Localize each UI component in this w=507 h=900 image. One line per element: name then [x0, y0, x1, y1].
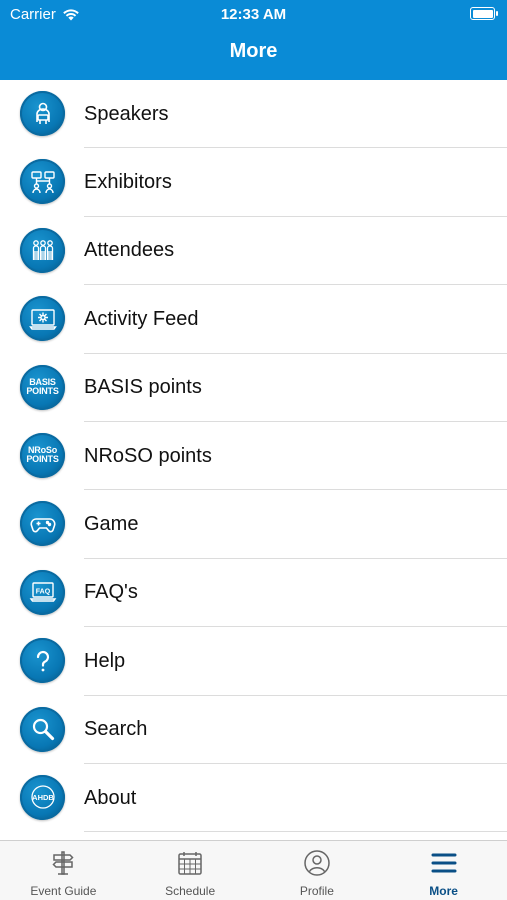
menu-item-exhibitors[interactable]: Exhibitors — [0, 148, 507, 218]
menu-item-label: About — [84, 786, 137, 809]
nroso-icon-text-2: POINTS — [26, 454, 59, 465]
profile-icon — [304, 850, 330, 876]
menu-item-label: BASIS points — [84, 376, 202, 399]
battery-icon — [470, 7, 498, 20]
menu-item-search[interactable]: Search — [0, 696, 507, 765]
menu-item-label: Help — [84, 649, 126, 672]
signpost-icon — [52, 851, 74, 875]
attendees-icon — [20, 227, 65, 273]
menu-item-nroso-points[interactable]: NRoSo POINTS NRoSO points — [0, 422, 507, 491]
menu-item-speakers[interactable]: Speakers — [0, 80, 507, 149]
tab-label: Schedule — [165, 884, 216, 898]
menu-item-label: FAQ's — [84, 581, 138, 604]
menu-item-label: Attendees — [84, 239, 175, 262]
tab-more[interactable]: More — [380, 841, 507, 900]
menu-item-faqs[interactable]: FAQ FAQ's — [0, 559, 507, 628]
menu-item-label: Activity Feed — [84, 307, 199, 330]
basis-points-icon: BASIS POINTS — [20, 364, 65, 410]
hamburger-icon — [431, 853, 457, 873]
tab-schedule[interactable]: Schedule — [127, 841, 254, 900]
page-title: More — [229, 40, 278, 62]
menu-item-label: Search — [84, 718, 148, 741]
menu-list: Speakers Exhibitors Attendees Activity F… — [0, 80, 507, 833]
basis-icon-text-2: POINTS — [26, 386, 59, 397]
tab-profile[interactable]: Profile — [254, 841, 381, 900]
magnifier-icon — [20, 706, 65, 752]
ahdb-icon: AHDB — [20, 774, 65, 820]
menu-item-activity-feed[interactable]: Activity Feed — [0, 285, 507, 354]
gamepad-icon — [20, 501, 65, 547]
clock: 12:33 AM — [220, 6, 287, 23]
menu-item-label: Exhibitors — [84, 171, 172, 194]
speaker-icon — [20, 91, 65, 136]
nroso-points-icon: NRoSo POINTS — [20, 432, 65, 478]
menu-item-game[interactable]: Game — [0, 490, 507, 560]
menu-item-label: NRoSO points — [84, 444, 212, 467]
tab-label: More — [429, 884, 458, 898]
tab-bar: Event Guide Schedule Profile More — [0, 840, 507, 900]
menu-item-attendees[interactable]: Attendees — [0, 217, 507, 286]
faq-icon-text: FAQ — [35, 589, 50, 596]
menu-item-label: Game — [84, 513, 139, 536]
tab-event-guide[interactable]: Event Guide — [0, 841, 127, 900]
status-bar: Carrier 12:33 AM — [0, 0, 507, 28]
question-icon — [20, 638, 65, 684]
activity-feed-icon — [20, 296, 65, 342]
header-bar: Carrier 12:33 AM More — [0, 0, 507, 80]
menu-item-help[interactable]: Help — [0, 627, 507, 696]
calendar-icon — [178, 852, 202, 875]
menu-item-label: Speakers — [84, 102, 169, 125]
ahdb-icon-text: AHDB — [32, 793, 54, 802]
tab-label: Event Guide — [30, 884, 97, 898]
menu-item-about[interactable]: AHDB About — [0, 764, 507, 833]
menu-item-basis-points[interactable]: BASIS POINTS BASIS points — [0, 354, 507, 423]
faq-icon: FAQ — [20, 569, 65, 615]
tab-label: Profile — [299, 884, 334, 898]
exhibitors-icon — [20, 159, 65, 205]
